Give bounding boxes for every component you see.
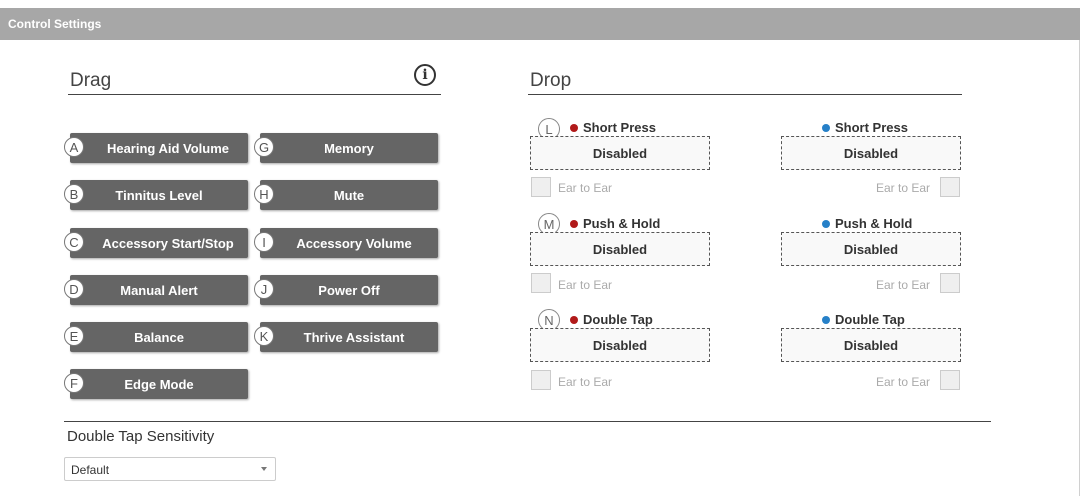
drag-item-label: Balance	[134, 329, 184, 345]
drag-item-label: Thrive Assistant	[303, 329, 405, 345]
drop-zone-value: Disabled	[843, 241, 899, 257]
section-divider	[64, 421, 991, 422]
letter-badge: F	[64, 373, 84, 393]
drag-item-label: Mute	[333, 187, 365, 203]
ear-to-ear-label: Ear to Ear	[876, 181, 931, 195]
drop-zone-value: Disabled	[843, 145, 899, 161]
info-icon[interactable]: i	[414, 64, 436, 86]
letter-badge: J	[254, 279, 274, 299]
drag-item-label: Hearing Aid Volume	[106, 140, 230, 156]
ear-to-ear-checkbox-left-short-press[interactable]	[531, 177, 551, 197]
left-ear-dot-icon	[570, 315, 578, 324]
slot-label-text: Push & Hold	[583, 216, 661, 231]
letter-badge: G	[254, 137, 274, 157]
drag-item-label: Accessory Volume	[296, 235, 412, 251]
slot-label-text: Double Tap	[583, 312, 653, 327]
drag-item-label: Memory	[324, 140, 374, 156]
drag-item-label: Manual Alert	[120, 282, 198, 298]
letter-badge: B	[64, 184, 84, 204]
drag-item-balance[interactable]: E Balance	[64, 322, 248, 352]
drop-zone-right-push-hold[interactable]: Disabled	[781, 232, 961, 266]
drop-zone-right-double-tap[interactable]: Disabled	[781, 328, 961, 362]
ear-to-ear-label: Ear to Ear	[876, 375, 931, 389]
right-ear-dot-icon	[822, 315, 830, 324]
drag-item-tinnitus-level[interactable]: B Tinnitus Level	[64, 180, 248, 210]
letter-badge: K	[254, 326, 274, 346]
panel-title: Control Settings	[8, 17, 102, 31]
slot-label-text: Double Tap	[835, 312, 905, 327]
drag-item-label: Edge Mode	[124, 376, 194, 392]
drop-zone-left-push-hold[interactable]: Disabled	[530, 232, 710, 266]
left-double-tap-label: Double Tap	[570, 312, 653, 327]
right-push-hold-label: Push & Hold	[822, 216, 912, 231]
right-ear-dot-icon	[822, 123, 830, 132]
double-tap-sensitivity-select[interactable]: Default	[64, 457, 276, 481]
drag-item-hearing-aid-volume[interactable]: A Hearing Aid Volume	[64, 133, 248, 163]
slot-label-text: Short Press	[583, 120, 656, 135]
ear-to-ear-checkbox-left-double-tap[interactable]	[531, 370, 551, 390]
drop-zone-left-short-press[interactable]: Disabled	[530, 136, 710, 170]
drop-zone-right-short-press[interactable]: Disabled	[781, 136, 961, 170]
left-ear-dot-icon	[570, 123, 578, 132]
drop-zone-left-double-tap[interactable]: Disabled	[530, 328, 710, 362]
drag-item-thrive-assistant[interactable]: K Thrive Assistant	[254, 322, 438, 352]
letter-badge: I	[254, 232, 274, 252]
left-push-hold-label: Push & Hold	[570, 216, 660, 231]
right-short-press-label: Short Press	[822, 120, 908, 135]
ear-to-ear-checkbox-right-short-press[interactable]	[940, 177, 960, 197]
ear-to-ear-checkbox-right-push-hold[interactable]	[940, 273, 960, 293]
panel-titlebar: Control Settings	[0, 8, 1080, 40]
drag-item-accessory-start-stop[interactable]: C Accessory Start/Stop	[64, 228, 248, 258]
right-double-tap-label: Double Tap	[822, 312, 905, 327]
slot-label-text: Push & Hold	[835, 216, 913, 231]
drop-zone-value: Disabled	[592, 241, 648, 257]
double-tap-sensitivity-label: Double Tap Sensitivity	[67, 428, 215, 445]
drop-heading-rule	[528, 94, 962, 95]
drag-item-power-off[interactable]: J Power Off	[254, 275, 438, 305]
drag-item-manual-alert[interactable]: D Manual Alert	[64, 275, 248, 305]
drop-zone-value: Disabled	[592, 337, 648, 353]
ear-to-ear-label: Ear to Ear	[558, 181, 613, 195]
ear-to-ear-label: Ear to Ear	[876, 278, 931, 292]
drag-item-label: Accessory Start/Stop	[102, 235, 234, 251]
chevron-down-icon	[261, 467, 267, 471]
select-value: Default	[71, 463, 110, 477]
drag-item-edge-mode[interactable]: F Edge Mode	[64, 369, 248, 399]
letter-badge: D	[64, 279, 84, 299]
right-ear-dot-icon	[822, 219, 830, 228]
left-ear-dot-icon	[570, 219, 578, 228]
drag-item-accessory-volume[interactable]: I Accessory Volume	[254, 228, 438, 258]
ear-to-ear-checkbox-left-push-hold[interactable]	[531, 273, 551, 293]
drag-heading-rule	[68, 94, 441, 95]
drag-item-mute[interactable]: H Mute	[254, 180, 438, 210]
drop-heading: Drop	[530, 70, 572, 91]
slot-label-text: Short Press	[835, 120, 908, 135]
drop-zone-value: Disabled	[843, 337, 899, 353]
drop-zone-value: Disabled	[592, 145, 648, 161]
ear-to-ear-checkbox-right-double-tap[interactable]	[940, 370, 960, 390]
drag-item-memory[interactable]: G Memory	[254, 133, 438, 163]
letter-badge: E	[64, 326, 84, 346]
drag-heading: Drag	[70, 70, 112, 91]
ear-to-ear-label: Ear to Ear	[558, 375, 613, 389]
letter-badge: H	[254, 184, 274, 204]
ear-to-ear-label: Ear to Ear	[558, 278, 613, 292]
letter-badge: C	[64, 232, 84, 252]
drag-item-label: Power Off	[318, 282, 380, 298]
letter-badge: A	[64, 137, 84, 157]
left-short-press-label: Short Press	[570, 120, 656, 135]
drag-item-label: Tinnitus Level	[115, 187, 203, 203]
